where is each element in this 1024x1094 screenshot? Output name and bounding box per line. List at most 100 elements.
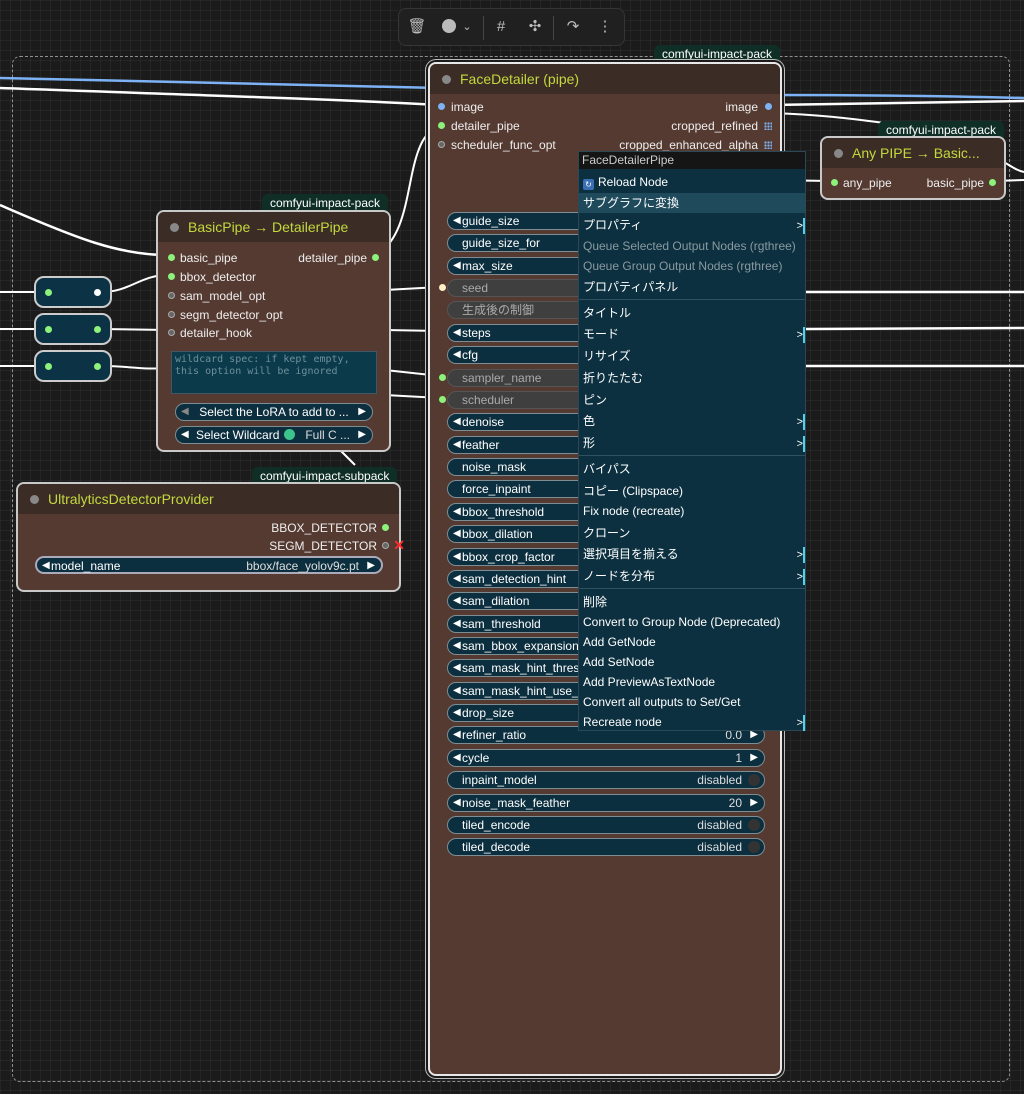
wildcard-textarea[interactable]: wildcard spec: if kept empty, this optio… [171, 351, 377, 394]
output-slot-dot[interactable] [989, 179, 996, 186]
disconnect-x-icon[interactable]: ✕ [393, 537, 405, 554]
menu-item-convert-outputs-setget[interactable]: Convert all outputs to Set/Get [579, 692, 805, 712]
menu-item-properties-panel[interactable]: プロパティパネル [579, 277, 805, 297]
input-detailer-pipe-label: detailer_pipe [451, 119, 520, 133]
list-output-icon[interactable] [764, 122, 772, 130]
input-slot-dot[interactable] [168, 311, 175, 318]
output-slot-dot[interactable] [382, 542, 389, 549]
menu-item-copy-clipspace[interactable]: コピー (Clipspace) [579, 481, 805, 501]
input-slot-dot[interactable] [168, 254, 175, 261]
node-title-bar[interactable]: BasicPipe → DetailerPipe [158, 212, 389, 242]
menu-title: FaceDetailerPipe [579, 152, 805, 169]
menu-item-properties[interactable]: プロパティ > [579, 215, 806, 235]
menu-item-fix-node[interactable]: Fix node (recreate) [579, 501, 805, 521]
input-slot-dot[interactable] [438, 141, 445, 148]
menu-item-add-preview-as-text[interactable]: Add PreviewAsTextNode [579, 672, 805, 692]
widget-tiled-decode[interactable]: tiled_decode disabled [447, 838, 765, 856]
input-slot-dot[interactable] [831, 179, 838, 186]
node-title-bar[interactable]: UltralyticsDetectorProvider [18, 484, 399, 514]
menu-item-color[interactable]: 色 > [579, 411, 806, 432]
menu-item-queue-selected[interactable]: Queue Selected Output Nodes (rgthree) [579, 236, 805, 256]
submenu-arrow-icon: > [797, 713, 806, 733]
input-segm-detector-opt-label: segm_detector_opt [180, 308, 283, 322]
submenu-arrow-icon: > [797, 434, 806, 454]
output-cropped-alpha-label: cropped_enhanced_alpha [619, 138, 758, 152]
output-slot-dot[interactable] [765, 103, 772, 110]
menu-item-reload-node[interactable]: ↻ Reload Node [579, 172, 805, 192]
menu-item-resize[interactable]: リサイズ [579, 346, 805, 366]
output-slot-dot[interactable] [372, 254, 379, 261]
menu-item-mode[interactable]: モード > [579, 324, 806, 345]
menu-item-queue-group[interactable]: Queue Group Output Nodes (rgthree) [579, 256, 805, 276]
model-name-combo[interactable]: ◀ model_name bbox/face_yolov9c.pt ▶ [35, 556, 383, 574]
ultralytics-detector-provider-node[interactable]: UltralyticsDetectorProvider BBOX_DETECTO… [16, 482, 405, 592]
menu-item-add-setnode[interactable]: Add SetNode [579, 652, 805, 672]
toggle-icon[interactable] [748, 841, 760, 853]
submenu-arrow-icon: > [797, 567, 806, 587]
more-icon[interactable]: ⋮ [595, 17, 615, 37]
widget-tiled-encode[interactable]: tiled_encode disabled [447, 816, 765, 834]
select-wildcard-combo[interactable]: ◀ Select Wildcard Full C ... ▶ [175, 426, 373, 444]
output-slot-dot[interactable] [382, 524, 389, 531]
reroute-node[interactable] [34, 350, 112, 382]
input-slot-dot[interactable] [168, 292, 175, 299]
input-sam-model-opt-label: sam_model_opt [180, 289, 266, 303]
select-lora-button[interactable]: ◀ Select the LoRA to add to ... ▶ [175, 403, 373, 421]
any-pipe-to-basic-pipe-node[interactable]: Any PIPE → Basic... any_pipe basic_pipe [820, 136, 1006, 200]
trash-icon[interactable]: 🗑 [407, 17, 427, 37]
node-title: Any PIPE → Basic... [852, 145, 980, 161]
wildcard-status-icon [284, 429, 295, 440]
collapse-dot-icon[interactable] [30, 495, 39, 504]
toggle-icon[interactable] [748, 774, 760, 786]
menu-item-pin[interactable]: ピン [579, 390, 805, 410]
collapse-dot-icon[interactable] [170, 223, 179, 232]
node-title: BasicPipe → DetailerPipe [188, 219, 349, 235]
menu-item-convert-subgraph[interactable]: サブグラフに変換 [579, 193, 805, 213]
color-circle-icon[interactable] [439, 17, 459, 37]
input-slot-dot[interactable] [168, 273, 175, 280]
widget-noise-mask-feather[interactable]: ◀ noise_mask_feather 20 ▶ [447, 794, 765, 812]
menu-item-title[interactable]: タイトル [579, 303, 805, 323]
menu-item-add-getnode[interactable]: Add GetNode [579, 632, 805, 652]
output-bbox-detector-label: BBOX_DETECTOR [271, 521, 377, 535]
submenu-arrow-icon: > [797, 325, 806, 345]
frame-icon[interactable]: # [491, 17, 511, 37]
node-title-bar[interactable]: Any PIPE → Basic... [822, 138, 1004, 168]
menu-item-align-selected[interactable]: 選択項目を揃える > [579, 544, 806, 564]
node-title-bar[interactable]: FaceDetailer (pipe) [430, 64, 780, 94]
redo-icon[interactable]: ↷ [563, 17, 583, 37]
output-detailer-pipe-label: detailer_pipe [298, 251, 367, 265]
output-cropped-refined-label: cropped_refined [671, 119, 758, 133]
node-title: FaceDetailer (pipe) [460, 71, 580, 87]
menu-item-delete[interactable]: 削除 [579, 592, 805, 612]
menu-item-recreate-node[interactable]: Recreate node > [579, 712, 806, 733]
input-detailer-hook-label: detailer_hook [180, 326, 253, 340]
collapse-dot-icon[interactable] [442, 75, 451, 84]
input-slot-dot[interactable] [439, 284, 446, 291]
input-slot-dot[interactable] [439, 374, 446, 381]
input-slot-dot[interactable] [439, 396, 446, 403]
input-slot-dot[interactable] [438, 122, 445, 129]
menu-item-convert-group-node[interactable]: Convert to Group Node (Deprecated) [579, 612, 805, 632]
menu-item-clone[interactable]: クローン [579, 523, 805, 543]
submenu-arrow-icon: > [797, 412, 806, 432]
input-slot-dot[interactable] [438, 103, 445, 110]
reroute-node[interactable] [34, 313, 112, 345]
menu-item-bypass[interactable]: バイパス [579, 459, 805, 479]
input-scheduler-func-label: scheduler_func_opt [451, 138, 556, 152]
menu-item-distribute-nodes[interactable]: ノードを分布 > [579, 566, 806, 587]
menu-item-shape[interactable]: 形 > [579, 433, 806, 454]
basic-pipe-to-detailer-pipe-node[interactable]: BasicPipe → DetailerPipe basic_pipe bbox… [156, 210, 391, 452]
toggle-icon[interactable] [748, 819, 760, 831]
list-output-icon[interactable] [764, 141, 772, 149]
menu-item-collapse[interactable]: 折りたたむ [579, 368, 805, 388]
input-any-pipe-label: any_pipe [843, 176, 892, 190]
collapse-icon[interactable]: ✣ [525, 17, 545, 37]
reroute-node[interactable] [34, 276, 112, 308]
widget-inpaint-model[interactable]: inpaint_model disabled [447, 771, 765, 789]
output-segm-detector-label: SEGM_DETECTOR [269, 539, 377, 553]
widget-cycle[interactable]: ◀ cycle 1 ▶ [447, 749, 765, 767]
input-slot-dot[interactable] [168, 329, 175, 336]
chevron-down-icon[interactable]: ⌄ [457, 17, 477, 37]
collapse-dot-icon[interactable] [834, 149, 843, 158]
